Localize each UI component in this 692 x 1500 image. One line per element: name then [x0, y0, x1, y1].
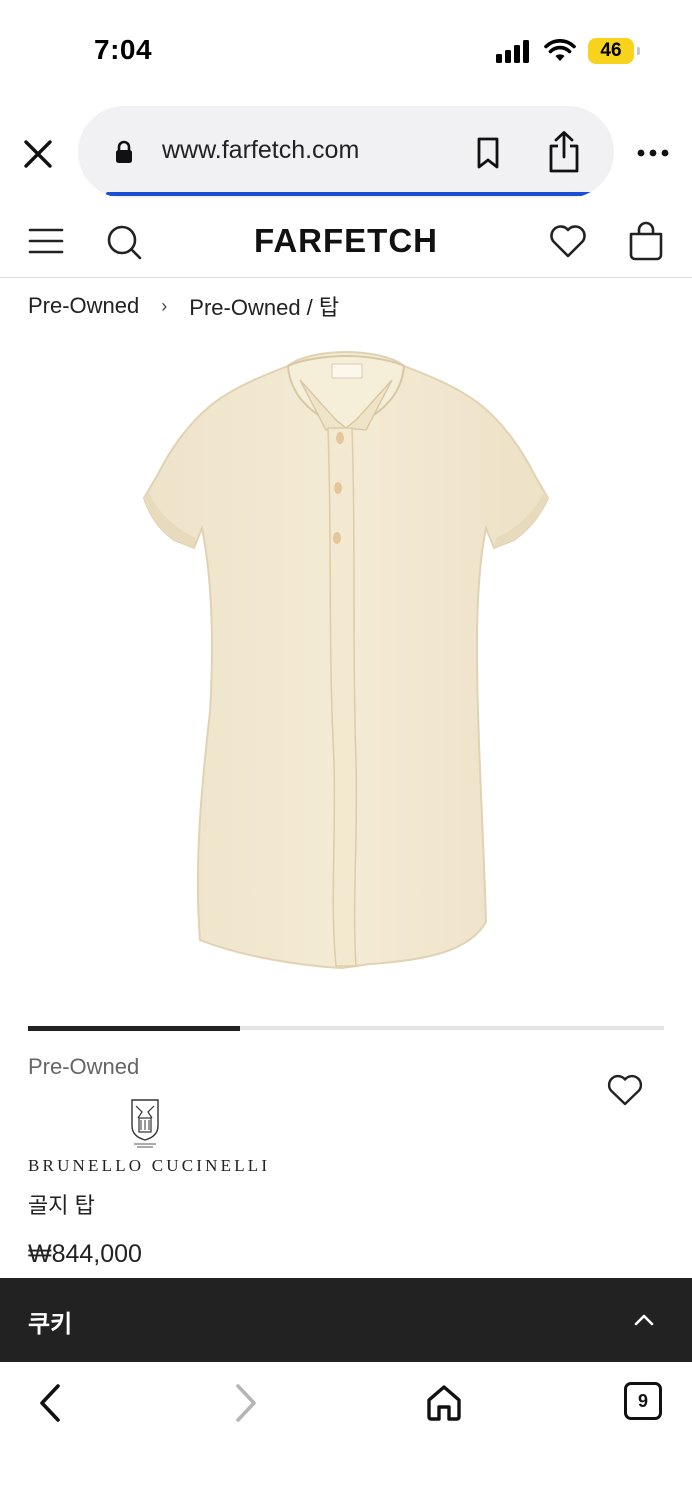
- tab-count: 9: [637, 1390, 648, 1411]
- product-image[interactable]: [130, 342, 562, 982]
- chevron-up-icon[interactable]: [632, 1310, 656, 1330]
- page-load-progress: [106, 192, 614, 196]
- breadcrumb-item-tops[interactable]: Pre-Owned / 탑: [189, 290, 339, 322]
- forward-icon[interactable]: [228, 1382, 262, 1424]
- heart-icon[interactable]: [548, 222, 588, 260]
- wifi-icon: [544, 39, 576, 61]
- product-name: 골지 탑: [28, 1193, 95, 1218]
- more-icon[interactable]: [636, 146, 670, 160]
- browser-url-row: www.farfetch.com: [0, 106, 692, 200]
- site-header: FARFETCH: [0, 210, 692, 278]
- condition-label: Pre-Owned: [28, 1054, 140, 1079]
- url-text: www.farfetch.com: [162, 136, 360, 164]
- status-time: 7:04: [94, 34, 153, 65]
- brand-crest-icon: [131, 1099, 159, 1148]
- tabs-icon[interactable]: 9: [624, 1382, 662, 1420]
- brand-logo[interactable]: BRUNELLO CUCINELLI: [28, 1098, 278, 1178]
- back-icon[interactable]: [34, 1382, 68, 1424]
- close-icon[interactable]: [20, 136, 56, 172]
- breadcrumb-item-pre-owned[interactable]: Pre-Owned: [28, 293, 139, 319]
- heart-icon[interactable]: [606, 1072, 644, 1108]
- cookie-banner[interactable]: 쿠키: [0, 1278, 692, 1362]
- cookie-title: 쿠키: [28, 1311, 73, 1338]
- status-bar: 7:04 46: [0, 0, 692, 100]
- status-icons: 46: [496, 38, 640, 64]
- share-icon[interactable]: [546, 130, 582, 174]
- breadcrumb-separator: ›: [161, 295, 168, 316]
- bag-icon[interactable]: [626, 220, 666, 262]
- site-logo[interactable]: FARFETCH: [0, 222, 692, 260]
- breadcrumb: Pre-Owned › Pre-Owned / 탑: [28, 290, 339, 322]
- bookmark-icon[interactable]: [474, 136, 502, 170]
- image-carousel-indicator: [28, 1025, 664, 1031]
- battery-icon: 46: [588, 38, 640, 64]
- browser-toolbar: 9: [0, 1362, 692, 1500]
- carousel-progress: [28, 1025, 240, 1031]
- product-price: ₩844,000: [28, 1240, 142, 1268]
- lock-icon: [116, 140, 132, 163]
- battery-level: 46: [600, 40, 622, 61]
- home-icon[interactable]: [424, 1382, 464, 1422]
- signal-icon: [496, 40, 529, 63]
- address-bar[interactable]: www.farfetch.com: [78, 106, 614, 198]
- brand-name: BRUNELLO CUCINELLI: [28, 1156, 271, 1175]
